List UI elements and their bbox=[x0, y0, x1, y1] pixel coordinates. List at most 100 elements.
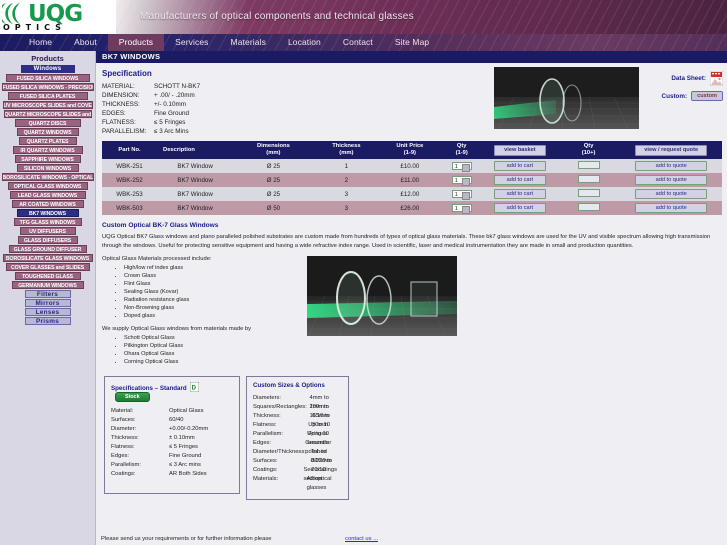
qty-bulk-input[interactable] bbox=[577, 203, 600, 211]
sidebar-item-optical-glass-windows[interactable]: OPTICAL GLASS WINDOWS bbox=[7, 182, 88, 190]
add-to-quote-button[interactable]: add to quote bbox=[635, 175, 708, 185]
stock-button[interactable]: Stock bbox=[115, 392, 150, 402]
pdf-small-icon[interactable]: D bbox=[190, 381, 200, 393]
qty-select[interactable]: 1 bbox=[451, 176, 472, 186]
th-dimensions: Dimensions (mm) bbox=[233, 141, 314, 159]
view-basket-button[interactable]: view basket bbox=[493, 144, 546, 156]
spec-key: PARALLELISM: bbox=[102, 128, 147, 135]
sidebar-item-borosilicate-windows-optical[interactable]: BOROSILICATE WINDOWS - OPTICAL bbox=[1, 173, 94, 181]
sidebar-item-fused-silica-windows-precision[interactable]: FUSED SILICA WINDOWS - PRECISION bbox=[1, 83, 94, 91]
logo[interactable]: UQG OPTICS bbox=[0, 0, 116, 34]
standard-box-row: Flatness: ≤ 5 Fringes bbox=[111, 443, 233, 452]
box-value: 4mm to 200mm bbox=[309, 395, 329, 410]
add-to-cart-button[interactable]: add to cart bbox=[493, 161, 546, 171]
cell-description: BK7 Window bbox=[157, 159, 234, 173]
sidebar-item-borosilicate-glass-windows[interactable]: BOROSILICATE GLASS WINDOWS bbox=[2, 254, 93, 262]
cell-qty-small: 1 bbox=[440, 201, 483, 215]
sidebar-item-germanium-windows[interactable]: GERMANIUM WINDOWS bbox=[11, 281, 84, 289]
standard-box-row: Edges: Fine Ground bbox=[111, 452, 233, 461]
page-title: BK7 WINDOWS bbox=[96, 51, 727, 63]
box-value: 0.10 to 50mm bbox=[312, 413, 330, 428]
sidebar-item-list: FUSED SILICA WINDOWS FUSED SILICA WINDOWS… bbox=[0, 74, 95, 289]
sidebar-item-lead-glass-windows[interactable]: LEAD GLASS WINDOWS bbox=[9, 191, 86, 199]
sidebar-item-tfg-glass-windows[interactable]: TFG GLASS WINDOWS bbox=[13, 218, 82, 226]
th-thickness-l1: Thickness bbox=[332, 143, 361, 149]
add-to-cart-button[interactable]: add to cart bbox=[493, 175, 546, 185]
qty-select[interactable]: 1 bbox=[451, 162, 472, 172]
topnav-item-contact[interactable]: Contact bbox=[332, 34, 384, 51]
sidebar-item-silicon-windows[interactable]: SILICON WINDOWS bbox=[16, 164, 79, 172]
cell-description: BK7 Window bbox=[157, 187, 234, 201]
pdf-icon[interactable] bbox=[709, 70, 724, 86]
add-to-cart-button[interactable]: add to cart bbox=[493, 203, 546, 213]
sidebar-item-toughened-glass[interactable]: TOUGHENED GLASS bbox=[14, 272, 81, 280]
cell-qty-small: 1 bbox=[440, 187, 483, 201]
cell-dimensions: Ø 25 bbox=[233, 159, 314, 173]
qty-bulk-input[interactable] bbox=[577, 175, 600, 183]
page-root: UQG OPTICS Manufacturers of optical comp… bbox=[0, 0, 727, 545]
box-key: Flatness: bbox=[111, 444, 135, 450]
sidebar-item-quartz-plates[interactable]: QUARTZ PLATES bbox=[18, 137, 77, 145]
standard-box-row: Material: Optical Glass bbox=[111, 407, 233, 416]
topnav-item-services[interactable]: Services bbox=[164, 34, 219, 51]
box-value: Up to 10 Fringes bbox=[308, 422, 331, 437]
custom-section-paragraph: UQG Optical BK7 Glass windows and plano … bbox=[102, 234, 711, 249]
th-qty-small-l1: Qty bbox=[456, 143, 467, 149]
sidebar-item-quartz-windows[interactable]: QUARTZ WINDOWS bbox=[16, 128, 79, 136]
th-unit-price: Unit Price (1-9) bbox=[379, 141, 441, 159]
sidebar-group-windows[interactable]: Windows bbox=[20, 65, 75, 73]
custom-box-row: Thickness: 0.10 to 50mm bbox=[253, 412, 342, 428]
add-to-cart-button[interactable]: add to cart bbox=[493, 189, 546, 199]
sidebar-item-sapphire-windows[interactable]: SAPPHIRE WINDOWS bbox=[14, 155, 81, 163]
qty-select[interactable]: 1 bbox=[451, 204, 472, 214]
topnav-item-location[interactable]: Location bbox=[277, 34, 332, 51]
contact-us-link[interactable]: contact us ... bbox=[345, 536, 378, 542]
topnav-item-materials[interactable]: Materials bbox=[220, 34, 277, 51]
standard-specifications-box: Specifications – Standard D Stock Materi… bbox=[104, 376, 240, 494]
add-to-quote-button[interactable]: add to quote bbox=[635, 189, 708, 199]
qty-bulk-input[interactable] bbox=[577, 189, 600, 197]
topnav-item-home[interactable]: Home bbox=[18, 34, 63, 51]
supplier-list-item: Ohara Optical Glass bbox=[124, 350, 721, 358]
topnav-item-site-map[interactable]: Site Map bbox=[384, 34, 440, 51]
sidebar-item-glass-ground-diffuser[interactable]: GLASS GROUND DIFFUSER bbox=[8, 245, 87, 253]
box-value: ≤ 5 Fringes bbox=[169, 444, 198, 450]
box-key: Materials: bbox=[253, 476, 279, 482]
sidebar-item-cover-glasses-and-slides[interactable]: COVER GLASSES and SLIDES bbox=[5, 263, 90, 271]
add-to-quote-button[interactable]: add to quote bbox=[635, 161, 708, 171]
view-request-quote-button[interactable]: view / request quote bbox=[635, 144, 708, 156]
product-table-header-row: Part No. Description Dimensions (mm) Thi… bbox=[102, 141, 722, 159]
sidebar-item-uv-diffusers[interactable]: UV DIFFUSERS bbox=[19, 227, 76, 235]
spec-value: + .00/ - .20mm bbox=[154, 92, 195, 99]
custom-button[interactable]: custom bbox=[691, 91, 723, 101]
sidebar-item-quartz-discs[interactable]: QUARTZ DISCS bbox=[14, 119, 81, 127]
qty-select[interactable]: 1 bbox=[451, 190, 472, 200]
sidebar-item-glass-diffusers[interactable]: GLASS DIFFUSERS bbox=[17, 236, 78, 244]
spec-boxes: Specifications – Standard D Stock Materi… bbox=[102, 376, 721, 500]
sidebar-category-mirrors[interactable]: Mirrors bbox=[24, 299, 71, 307]
box-value: Optical Glass bbox=[169, 408, 204, 414]
spec-key: EDGES: bbox=[102, 110, 126, 117]
sidebar-item-ar-coated-windows[interactable]: AR COATED WINDOWS bbox=[11, 200, 84, 208]
sidebar-category-lenses[interactable]: Lenses bbox=[24, 308, 71, 316]
datasheet-block: Data Sheet: Custom: custom bbox=[639, 69, 724, 105]
supplier-list-item: Pilkington Optical Glass bbox=[124, 342, 721, 350]
sidebar-item-uv-microscope-slides-and-cover-slips[interactable]: UV MICROSCOPE SLIDES and COVER SLIPS bbox=[2, 101, 93, 109]
spec-value: SCHOTT N-BK7 bbox=[154, 83, 201, 90]
topnav-item-products[interactable]: Products bbox=[107, 34, 165, 51]
cell-part-no: WBK-251 bbox=[102, 159, 158, 173]
sidebar-item-fused-silica-windows[interactable]: FUSED SILICA WINDOWS bbox=[5, 74, 90, 82]
add-to-quote-button[interactable]: add to quote bbox=[635, 203, 708, 213]
sidebar-category-filters[interactable]: Filters bbox=[24, 290, 71, 298]
qty-bulk-input[interactable] bbox=[577, 161, 600, 169]
custom-box-row: Diameter/Thickness: Tol. to 0.02mm bbox=[253, 448, 342, 464]
box-value: AR Both Sides bbox=[169, 471, 207, 477]
sidebar-item-fused-silica-plates[interactable]: FUSED SILICA PLATES bbox=[7, 92, 88, 100]
sidebar-category-prisms[interactable]: Prisms bbox=[24, 317, 71, 325]
sidebar-item-bk7-windows[interactable]: BK7 WINDOWS bbox=[16, 209, 79, 217]
box-key: Coatings: bbox=[253, 467, 278, 473]
sidebar-item-quartz-microscope-slides-and-cover-slips[interactable]: QUARTZ MICROSCOPE SLIDES and COVER SLIPS bbox=[3, 110, 92, 118]
sidebar-item-ir-quartz-windows[interactable]: IR QUARTZ WINDOWS bbox=[12, 146, 83, 154]
topnav-item-about[interactable]: About bbox=[63, 34, 108, 51]
custom-box-row: Parallelism: Up to 10 seconds bbox=[253, 430, 342, 446]
